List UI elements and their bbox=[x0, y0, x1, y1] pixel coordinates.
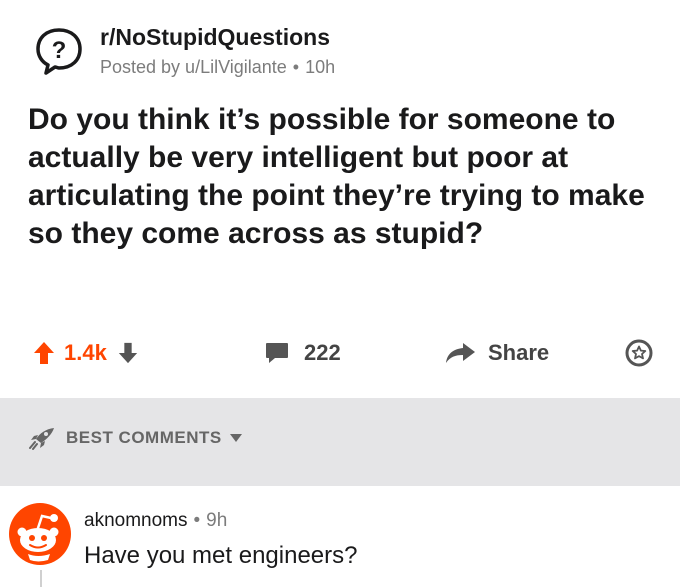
comments-button[interactable]: 222 bbox=[264, 333, 341, 373]
upvote-arrow-icon[interactable] bbox=[32, 340, 56, 366]
sort-dropdown[interactable]: BEST COMMENTS bbox=[28, 426, 242, 450]
snoo-avatar-icon[interactable] bbox=[8, 502, 72, 566]
comments-sort-bar: BEST COMMENTS bbox=[0, 398, 680, 486]
share-arrow-icon bbox=[446, 343, 475, 363]
comment-author-line: aknomnoms • 9h bbox=[84, 510, 227, 532]
comment-age: 9h bbox=[206, 510, 228, 531]
comment-body: Have you met engineers? bbox=[84, 542, 358, 569]
posted-by[interactable]: Posted by u/LilVigilante bbox=[100, 57, 287, 77]
chevron-down-icon bbox=[229, 434, 242, 442]
award-icon bbox=[625, 339, 653, 367]
comment-author[interactable]: aknomnoms bbox=[84, 510, 188, 531]
comment-icon bbox=[266, 343, 288, 363]
vote-group: 1.4k bbox=[32, 333, 139, 373]
post-meta: Posted by u/LilVigilante • 10h bbox=[100, 57, 335, 78]
subreddit-name[interactable]: r/NoStupidQuestions bbox=[100, 24, 330, 51]
comment-count: 222 bbox=[304, 340, 341, 365]
post-actions: 1.4k 222 Share bbox=[0, 333, 680, 373]
share-label: Share bbox=[488, 340, 550, 365]
question-mark-icon[interactable]: ? bbox=[34, 26, 84, 76]
svg-text:?: ? bbox=[52, 37, 67, 64]
comment-meta-separator: • bbox=[193, 510, 201, 531]
sort-label: BEST COMMENTS bbox=[66, 428, 222, 447]
post-age: 10h bbox=[305, 57, 336, 77]
upvote-count: 1.4k bbox=[64, 340, 107, 365]
post-header: ? r/NoStupidQuestions Posted by u/LilVig… bbox=[34, 20, 654, 80]
share-button[interactable]: Share bbox=[444, 333, 549, 373]
downvote-arrow-icon[interactable] bbox=[117, 341, 139, 365]
thread-line[interactable] bbox=[40, 570, 42, 587]
post-title[interactable]: Do you think it’s possible for someone t… bbox=[28, 101, 658, 253]
rocket-icon bbox=[29, 428, 54, 450]
award-button[interactable] bbox=[624, 333, 654, 373]
meta-separator: • bbox=[292, 57, 300, 77]
comment: aknomnoms • 9h Have you met engineers? bbox=[0, 486, 680, 587]
